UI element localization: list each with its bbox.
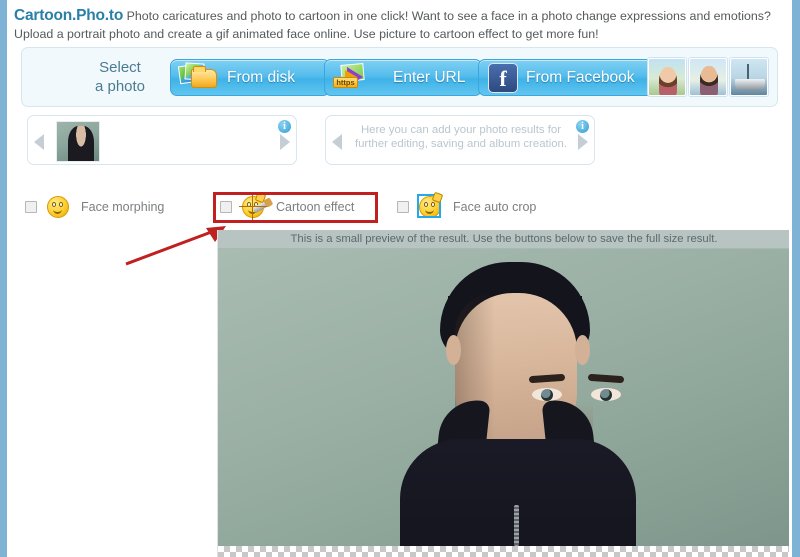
face-morphing-label: Face morphing: [81, 200, 165, 214]
portrait-illustration: [394, 249, 644, 546]
intro-paragraph: Cartoon.Pho.to Photo caricatures and pho…: [14, 7, 784, 43]
intro-description: Photo caricatures and photo to cartoon i…: [14, 9, 771, 41]
enter-url-button[interactable]: https Enter URL: [324, 59, 482, 96]
strip-left-next-arrow[interactable]: [280, 134, 290, 150]
annotation-arrow-icon: [125, 226, 226, 266]
sample-photo-boat[interactable]: [730, 58, 768, 96]
uploaded-photo-thumbnail[interactable]: [56, 121, 100, 162]
page-frame: Cartoon.Pho.to Photo caricatures and pho…: [0, 0, 800, 557]
strip-left-prev-arrow[interactable]: [34, 134, 44, 150]
facebook-icon: f: [488, 62, 518, 93]
option-face-morphing[interactable]: Face morphing: [25, 193, 164, 221]
select-photo-label: Select a photo: [70, 58, 170, 96]
face-morphing-checkbox[interactable]: [25, 201, 37, 213]
from-disk-button-label: From disk: [227, 68, 296, 86]
sample-photo-man[interactable]: [689, 58, 727, 96]
from-facebook-button-label: From Facebook: [526, 68, 635, 86]
smiley-brush-icon: [239, 191, 269, 221]
select-photo-label-line1: Select: [99, 59, 141, 76]
select-photo-label-line2: a photo: [94, 78, 146, 95]
http-arrow-icon: https: [333, 62, 377, 93]
strip-right-next-arrow[interactable]: [578, 134, 588, 150]
page-content: Cartoon.Pho.to Photo caricatures and pho…: [7, 0, 792, 557]
preview-image[interactable]: [218, 249, 789, 546]
sample-photo-woman[interactable]: [648, 58, 686, 96]
option-face-auto-crop[interactable]: Face auto crop: [397, 191, 537, 221]
results-placeholder-text: Here you can add your photo results for …: [354, 124, 568, 150]
face-auto-crop-label: Face auto crop: [453, 200, 537, 214]
face-auto-crop-checkbox[interactable]: [397, 201, 409, 213]
from-facebook-button[interactable]: f From Facebook: [478, 59, 655, 96]
cartoon-effect-checkbox[interactable]: [220, 201, 232, 213]
transparency-checker-strip: [218, 546, 789, 557]
strip-right-prev-arrow[interactable]: [332, 134, 342, 150]
info-icon[interactable]: i: [278, 120, 291, 133]
uploaded-photos-strip: i: [27, 115, 297, 165]
cartoon-effect-label: Cartoon effect: [276, 200, 355, 214]
option-cartoon-effect[interactable]: Cartoon effect: [220, 191, 355, 221]
smiley-surprised-icon: [45, 194, 71, 220]
folder-photos-icon: [177, 61, 219, 93]
info-icon[interactable]: i: [576, 120, 589, 133]
enter-url-button-label: Enter URL: [393, 68, 466, 86]
photo-results-strip: Here you can add your photo results for …: [325, 115, 595, 165]
effect-options-row: Face morphing Cartoon effect Face auto c…: [7, 191, 792, 223]
preview-hint-bar: This is a small preview of the result. U…: [218, 230, 789, 249]
sample-photos: [648, 58, 770, 98]
from-disk-button[interactable]: From disk: [170, 59, 330, 96]
https-tag-label: https: [333, 76, 358, 88]
site-brand-title: Cartoon.Pho.to: [14, 7, 124, 24]
result-preview: This is a small preview of the result. U…: [217, 230, 789, 557]
smiley-crop-icon: [417, 191, 444, 220]
